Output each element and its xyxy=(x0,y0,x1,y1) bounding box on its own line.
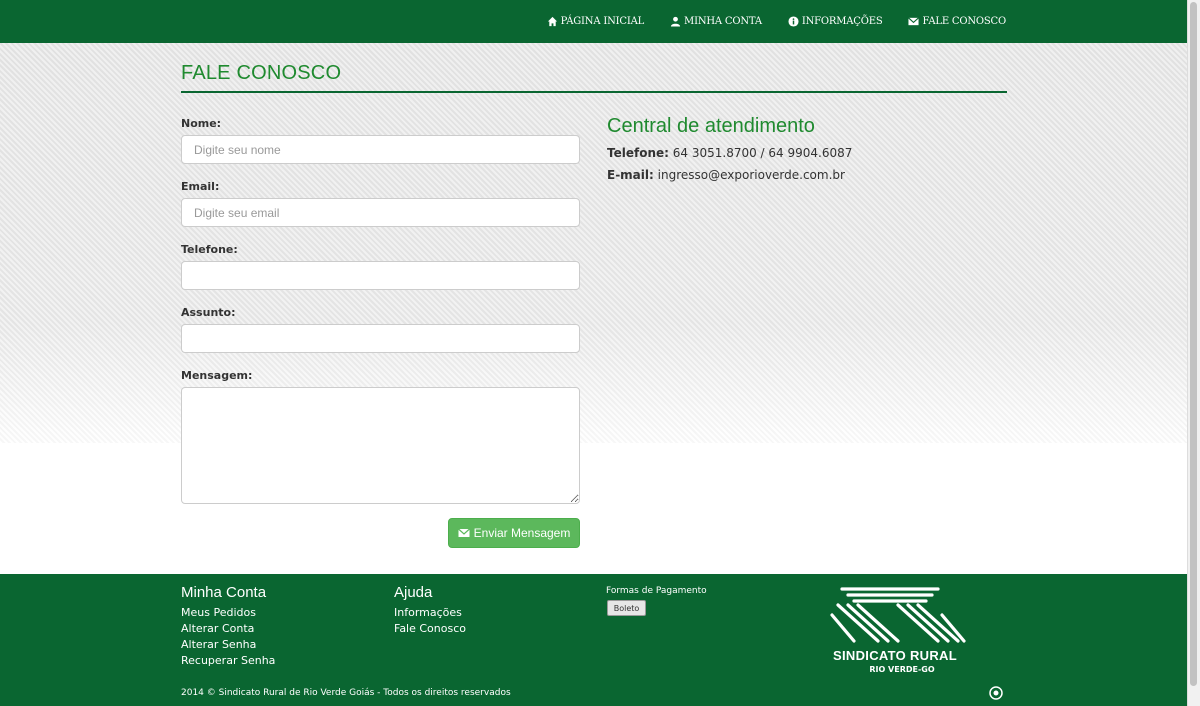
footer: Minha Conta Meus Pedidos Alterar Conta A… xyxy=(0,574,1188,706)
footer-link-orders[interactable]: Meus Pedidos xyxy=(181,605,275,621)
footer-account-column: Minha Conta Meus Pedidos Alterar Conta A… xyxy=(181,584,275,669)
contact-title: Central de atendimento xyxy=(607,115,815,137)
home-icon xyxy=(547,16,557,27)
vertical-scrollbar[interactable] xyxy=(1187,0,1200,706)
phone-input[interactable] xyxy=(181,261,580,290)
copyright: 2014 © Sindicato Rural de Rio Verde Goiá… xyxy=(181,688,511,698)
title-divider xyxy=(181,91,1007,93)
info-icon xyxy=(788,16,799,27)
nav-info[interactable]: INFORMAÇÕES xyxy=(788,16,883,27)
name-input[interactable] xyxy=(181,135,580,164)
send-message-button[interactable]: Enviar Mensagem xyxy=(448,518,580,548)
scrollbar-thumb[interactable] xyxy=(1190,2,1197,686)
email-label: Email: xyxy=(181,180,220,193)
contact-email-value: ingresso@exporioverde.com.br xyxy=(657,168,845,182)
subject-input[interactable] xyxy=(181,324,580,353)
badge-icon xyxy=(989,686,1003,700)
message-label: Mensagem: xyxy=(181,369,253,382)
payment-methods-title: Formas de Pagamento xyxy=(606,586,707,596)
footer-help-title: Ajuda xyxy=(394,584,433,601)
page-title: FALE CONOSCO xyxy=(181,62,342,84)
footer-link-edit-account[interactable]: Alterar Conta xyxy=(181,621,275,637)
contact-email-label: E-mail: xyxy=(607,168,654,182)
footer-account-title: Minha Conta xyxy=(181,584,267,601)
envelope-icon xyxy=(457,528,470,537)
nav-account[interactable]: MINHA CONTA xyxy=(670,16,762,27)
user-icon xyxy=(670,16,681,27)
top-navbar: PÁGINA INICIAL MINHA CONTA INFORMAÇÕES F… xyxy=(0,0,1188,43)
top-nav: PÁGINA INICIAL MINHA CONTA INFORMAÇÕES F… xyxy=(547,0,1006,43)
envelope-icon xyxy=(908,17,920,26)
logo-line2: RIO VERDE-GO xyxy=(869,665,935,674)
footer-link-info[interactable]: Informações xyxy=(394,605,466,621)
phone-label: Telefone: xyxy=(181,243,238,256)
nav-info-label: INFORMAÇÕES xyxy=(801,16,883,27)
footer-link-contact[interactable]: Fale Conosco xyxy=(394,621,466,637)
logo-line1: SINDICATO RURAL xyxy=(833,648,957,663)
send-message-label: Enviar Mensagem xyxy=(473,526,571,540)
subject-label: Assunto: xyxy=(181,306,236,319)
page-background xyxy=(0,43,1188,443)
contact-phone-label: Telefone: xyxy=(607,146,669,160)
message-textarea[interactable] xyxy=(181,387,580,504)
contact-phone: Telefone: 64 3051.8700 / 64 9904.6087 xyxy=(607,146,852,160)
nav-home[interactable]: PÁGINA INICIAL xyxy=(547,16,644,27)
email-input[interactable] xyxy=(181,198,580,227)
boleto-badge: Boleto xyxy=(607,600,646,616)
footer-help-column: Ajuda Informações Fale Conosco xyxy=(394,584,466,637)
footer-link-change-password[interactable]: Alterar Senha xyxy=(181,637,275,653)
footer-link-recover-password[interactable]: Recuperar Senha xyxy=(181,653,275,669)
nav-account-label: MINHA CONTA xyxy=(684,16,762,27)
contact-phone-value: 64 3051.8700 / 64 9904.6087 xyxy=(672,146,853,160)
nav-contact-label: FALE CONOSCO xyxy=(922,16,1006,27)
contact-email: E-mail: ingresso@exporioverde.com.br xyxy=(607,168,845,182)
nav-home-label: PÁGINA INICIAL xyxy=(560,16,645,27)
nav-contact[interactable]: FALE CONOSCO xyxy=(908,16,1006,27)
name-label: Nome: xyxy=(181,117,222,130)
